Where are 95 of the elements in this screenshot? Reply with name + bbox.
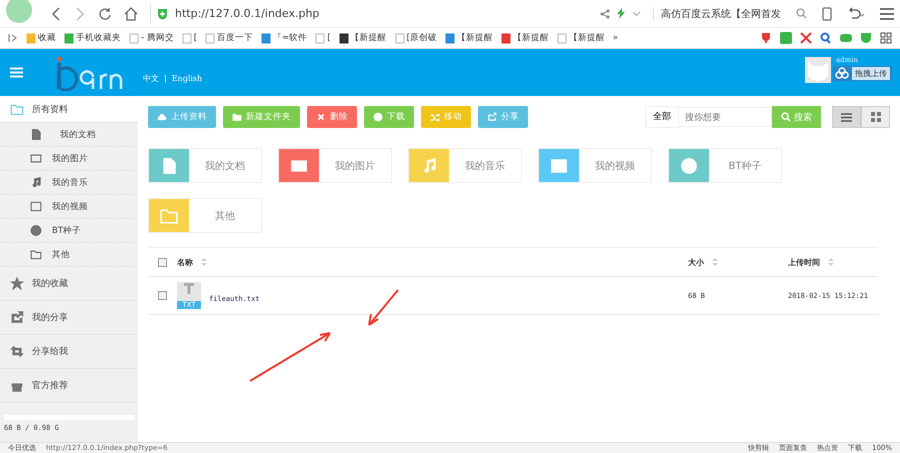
scissors-icon[interactable] — [800, 32, 812, 44]
bookmark-link[interactable]: 【新提醒 — [500, 32, 549, 44]
bookmark-icon — [338, 32, 349, 44]
row-checkbox[interactable] — [158, 291, 167, 300]
category-label: 其他 — [214, 210, 236, 222]
grid-icon[interactable] — [880, 32, 892, 44]
dropdown-icon[interactable] — [632, 10, 641, 16]
back-icon[interactable] — [50, 6, 62, 20]
category-card[interactable]: BT种子 — [668, 148, 782, 183]
sidebar-item[interactable]: 我的收藏 — [0, 267, 138, 301]
refresh-icon[interactable] — [98, 6, 112, 20]
bookmark-link[interactable]: 【新提醒 — [338, 32, 387, 44]
bookmark-icon — [556, 32, 567, 44]
bookmark-icon — [261, 32, 272, 44]
bookmark-link[interactable]: [ — [315, 32, 331, 44]
grid-icon — [870, 112, 880, 122]
bookmark-link[interactable]: 收藏 — [26, 32, 56, 44]
sidebar-item[interactable]: 所有资料 — [0, 96, 138, 123]
search-icon[interactable] — [820, 32, 832, 44]
separator-text: | — [164, 74, 167, 83]
sidebar-subitem[interactable]: 我的音乐 — [0, 171, 138, 195]
bookmark-link[interactable]: [原创破 — [394, 32, 437, 44]
bookmark-link[interactable]: 【新提醒 — [556, 32, 605, 44]
sidebar-subitem[interactable]: 我的视频 — [0, 195, 138, 219]
bookmark-icon — [64, 32, 74, 44]
list-view-button[interactable] — [832, 106, 861, 128]
category-label: BT种子 — [728, 160, 762, 172]
category-label: 我的视频 — [594, 160, 636, 172]
menu-icon[interactable] — [880, 8, 894, 20]
bookmark-link[interactable]: 手机收藏夹 — [64, 32, 121, 44]
tablet-icon[interactable] — [822, 6, 832, 20]
shuffle-icon — [430, 112, 440, 122]
bookmark-icon — [444, 32, 455, 44]
search-field[interactable]: 搜你想要 — [679, 107, 772, 127]
scope-label[interactable]: 全部 — [645, 106, 679, 128]
bookmark-icon — [26, 32, 36, 44]
category-card[interactable]: 我的文档 — [148, 148, 262, 183]
search-icon — [781, 112, 791, 122]
trophy-icon[interactable] — [760, 32, 772, 44]
column-header[interactable]: 大小 — [688, 256, 704, 268]
category-card[interactable]: 我的视频 — [538, 148, 652, 183]
share-icon — [10, 311, 24, 324]
sidebar-subitem[interactable]: BT种子 — [0, 219, 138, 243]
document-icon — [30, 129, 42, 140]
bookmark-icon — [205, 32, 216, 44]
undo-icon[interactable] — [847, 6, 865, 20]
select-all-checkbox[interactable] — [158, 258, 167, 266]
upload-tooltip[interactable]: 拖拽上传 — [833, 66, 892, 80]
category-card[interactable]: 其他 — [148, 198, 262, 233]
folder-icon — [30, 249, 42, 260]
bookmark-icon — [182, 32, 192, 44]
sidebar-subitem[interactable]: 我的文档 — [0, 123, 138, 147]
grid-view-button[interactable] — [861, 106, 890, 128]
more-bookmarks-button[interactable]: » — [612, 33, 618, 43]
bookmark-icon — [315, 32, 326, 44]
music-note-icon — [30, 177, 42, 188]
bookmark-link[interactable]: - 腾网交 — [129, 32, 174, 44]
search-icon[interactable] — [796, 8, 807, 19]
forward-icon[interactable] — [74, 6, 86, 20]
search-field[interactable]: 高仿百度云系统【全网首发 — [653, 6, 781, 20]
shield-icon — [157, 8, 168, 20]
category-card[interactable]: 我的图片 — [278, 148, 392, 183]
lightning-icon[interactable] — [617, 8, 625, 19]
address-field[interactable]: http://127.0.0.1/index.php — [175, 7, 320, 20]
bookmark-link[interactable]: [ — [182, 32, 198, 44]
sidebar-subitem[interactable]: 我的图片 — [0, 147, 138, 171]
sidebar-item[interactable]: 我的分享 — [0, 301, 138, 335]
folder-icon — [10, 102, 24, 116]
category-label: 我的音乐 — [464, 160, 506, 172]
sidebar-item[interactable]: 分享给我 — [0, 335, 138, 369]
sidebar-subitem[interactable]: 其他 — [0, 243, 138, 267]
retweet-icon — [10, 345, 24, 358]
cloud-upload-icon — [157, 112, 167, 122]
bookmark-link[interactable]: 【新提醒 — [444, 32, 493, 44]
sidebar-toggle-icon[interactable] — [8, 33, 18, 43]
shield-icon[interactable] — [860, 32, 872, 44]
close-icon — [316, 112, 326, 122]
category-label: 我的文档 — [204, 160, 246, 172]
share-icon[interactable] — [600, 8, 610, 18]
column-header[interactable]: 上传时间 — [788, 256, 820, 268]
home-icon[interactable] — [124, 6, 138, 20]
folder-icon — [232, 112, 242, 122]
sidebar-item[interactable]: 官方推荐 — [0, 369, 138, 403]
star-icon — [10, 277, 24, 290]
column-header[interactable]: 名称 — [177, 256, 193, 268]
category-label: 我的图片 — [334, 160, 376, 172]
list-icon — [841, 112, 852, 122]
category-card[interactable]: 我的音乐 — [408, 148, 522, 183]
bookmark-link[interactable]: 『=软件 — [261, 32, 308, 44]
bookmark-icon — [500, 32, 511, 44]
bookmark-icon — [129, 32, 139, 44]
share-icon — [487, 112, 497, 122]
cloud-logo-icon — [835, 67, 849, 79]
bookmark-icon — [394, 32, 405, 44]
bookmark-link[interactable]: 百度一下 — [205, 32, 254, 44]
